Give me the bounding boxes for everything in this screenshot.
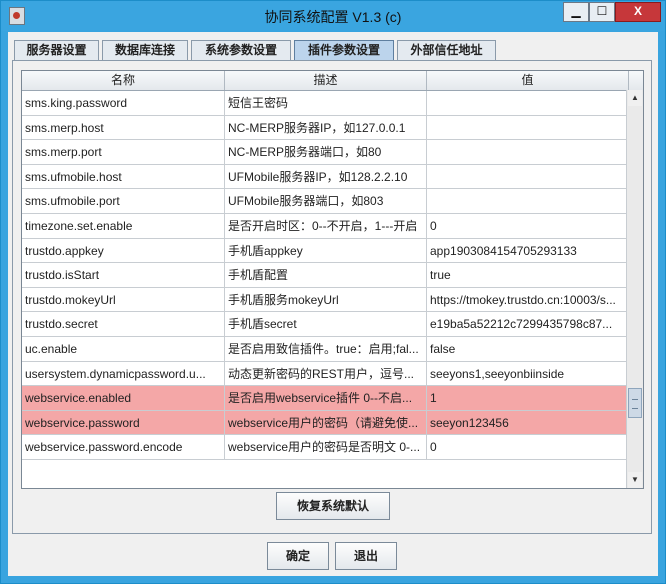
cell-name[interactable]: sms.merp.port: [22, 140, 225, 165]
vertical-scrollbar[interactable]: ▲ ▼: [626, 90, 643, 488]
tab-external-trust-address[interactable]: 外部信任地址: [397, 40, 496, 60]
ok-button[interactable]: 确定: [267, 542, 329, 570]
cell-description[interactable]: 是否启用致信插件。true：启用;fal...: [225, 336, 427, 362]
cell-name[interactable]: uc.enable: [22, 336, 225, 362]
table-row[interactable]: webservice.password webservice用户的密码（请避免使.…: [22, 410, 629, 436]
client-area: 服务器设置 数据库连接 系统参数设置 插件参数设置 外部信任地址 名称 描述 值…: [8, 32, 658, 576]
cell-description[interactable]: 是否启用webservice插件 0--不启...: [225, 386, 427, 411]
cell-value[interactable]: [427, 189, 629, 214]
maximize-button[interactable]: ☐: [589, 2, 615, 22]
cell-description[interactable]: NC-MERP服务器IP，如127.0.0.1: [225, 115, 427, 141]
plugin-settings-panel: 名称 描述 值 sms.king.password 短信王密码 sms.merp.h…: [12, 60, 652, 534]
cell-description[interactable]: UFMobile服务器端口，如803: [225, 189, 427, 214]
table-row[interactable]: usersystem.dynamicpassword.u... 动态更新密码的RE…: [22, 361, 629, 387]
cell-name[interactable]: webservice.password: [22, 410, 225, 436]
cell-value[interactable]: [427, 115, 629, 141]
cell-value[interactable]: [427, 140, 629, 165]
table-row[interactable]: trustdo.mokeyUrl 手机盾服务mokeyUrl https://tmo…: [22, 287, 629, 313]
cell-description[interactable]: NC-MERP服务器端口，如80: [225, 140, 427, 165]
cell-description[interactable]: UFMobile服务器IP，如128.2.2.10: [225, 164, 427, 190]
cell-value[interactable]: [427, 164, 629, 190]
cell-description[interactable]: 手机盾服务mokeyUrl: [225, 287, 427, 313]
table-row[interactable]: sms.king.password 短信王密码: [22, 91, 629, 116]
minimize-button[interactable]: ▁: [563, 2, 589, 22]
close-button[interactable]: X: [615, 2, 661, 22]
cell-name[interactable]: trustdo.secret: [22, 312, 225, 337]
table-row[interactable]: uc.enable 是否启用致信插件。true：启用;fal... false: [22, 336, 629, 362]
cell-description[interactable]: 短信王密码: [225, 91, 427, 116]
cell-value[interactable]: seeyon123456: [427, 410, 629, 436]
cell-name[interactable]: webservice.password.encode: [22, 435, 225, 460]
title-bar[interactable]: 协同系统配置 V1.3 (c) ▁ ☐ X: [1, 1, 665, 31]
table-row[interactable]: sms.ufmobile.port UFMobile服务器端口，如803: [22, 189, 629, 214]
settings-table: 名称 描述 值 sms.king.password 短信王密码 sms.merp.h…: [21, 70, 644, 489]
cell-value[interactable]: app1903084154705293133: [427, 238, 629, 264]
cell-name[interactable]: sms.ufmobile.port: [22, 189, 225, 214]
scroll-thumb[interactable]: [628, 388, 642, 418]
table-row[interactable]: trustdo.isStart 手机盾配置 true: [22, 263, 629, 288]
cell-name[interactable]: timezone.set.enable: [22, 213, 225, 239]
cell-description[interactable]: 动态更新密码的REST用户，逗号...: [225, 361, 427, 387]
cell-value[interactable]: 0: [427, 435, 629, 460]
table-row[interactable]: timezone.set.enable 是否开启时区：0--不开启，1---开启 0: [22, 213, 629, 239]
tab-server-settings[interactable]: 服务器设置: [14, 40, 99, 60]
cell-name[interactable]: trustdo.mokeyUrl: [22, 287, 225, 313]
cell-value[interactable]: true: [427, 263, 629, 288]
cell-description[interactable]: webservice用户的密码是否明文 0-...: [225, 435, 427, 460]
table-row[interactable]: sms.ufmobile.host UFMobile服务器IP，如128.2.2.…: [22, 164, 629, 190]
table-row[interactable]: webservice.password.encode webservice用户的密…: [22, 435, 629, 460]
app-window: 协同系统配置 V1.3 (c) ▁ ☐ X 服务器设置 数据库连接 系统参数设置…: [0, 0, 666, 584]
cell-description[interactable]: 手机盾secret: [225, 312, 427, 337]
cell-value[interactable]: e19ba5a52212c7299435798c87...: [427, 312, 629, 337]
scroll-down-icon[interactable]: ▼: [628, 472, 642, 488]
cell-name[interactable]: trustdo.appkey: [22, 238, 225, 264]
cell-name[interactable]: usersystem.dynamicpassword.u...: [22, 361, 225, 387]
cell-description[interactable]: webservice用户的密码（请避免使...: [225, 410, 427, 436]
cell-value[interactable]: 0: [427, 213, 629, 239]
restore-defaults-button[interactable]: 恢复系统默认: [276, 492, 390, 520]
exit-button[interactable]: 退出: [335, 542, 397, 570]
table-body: sms.king.password 短信王密码 sms.merp.host NC-ME…: [22, 91, 629, 460]
table-row[interactable]: trustdo.secret 手机盾secret e19ba5a52212c7299…: [22, 312, 629, 337]
table-row[interactable]: webservice.enabled 是否启用webservice插件 0--不启…: [22, 386, 629, 411]
column-header-value[interactable]: 值: [427, 71, 629, 90]
table-header: 名称 描述 值: [22, 71, 643, 91]
cell-name[interactable]: sms.ufmobile.host: [22, 164, 225, 190]
tab-database-connection[interactable]: 数据库连接: [102, 40, 188, 60]
cell-description[interactable]: 手机盾appkey: [225, 238, 427, 264]
cell-value[interactable]: https://tmokey.trustdo.cn:10003/s...: [427, 287, 629, 313]
cell-value[interactable]: 1: [427, 386, 629, 411]
table-row[interactable]: trustdo.appkey 手机盾appkey app19030841547052…: [22, 238, 629, 264]
cell-value[interactable]: false: [427, 336, 629, 362]
cell-value[interactable]: seeyons1,seeyonbiinside: [427, 361, 629, 387]
cell-value[interactable]: [427, 91, 629, 116]
column-header-description[interactable]: 描述: [225, 71, 427, 90]
scroll-up-icon[interactable]: ▲: [628, 90, 642, 106]
cell-description[interactable]: 是否开启时区：0--不开启，1---开启: [225, 213, 427, 239]
cell-name[interactable]: sms.merp.host: [22, 115, 225, 141]
cell-name[interactable]: sms.king.password: [22, 91, 225, 116]
cell-name[interactable]: trustdo.isStart: [22, 263, 225, 288]
tab-system-parameters[interactable]: 系统参数设置: [191, 40, 291, 60]
table-row[interactable]: sms.merp.port NC-MERP服务器端口，如80: [22, 140, 629, 165]
tab-plugin-parameters[interactable]: 插件参数设置: [294, 40, 394, 61]
cell-name[interactable]: webservice.enabled: [22, 386, 225, 411]
cell-description[interactable]: 手机盾配置: [225, 263, 427, 288]
column-header-name[interactable]: 名称: [22, 71, 225, 90]
table-row[interactable]: sms.merp.host NC-MERP服务器IP，如127.0.0.1: [22, 115, 629, 141]
